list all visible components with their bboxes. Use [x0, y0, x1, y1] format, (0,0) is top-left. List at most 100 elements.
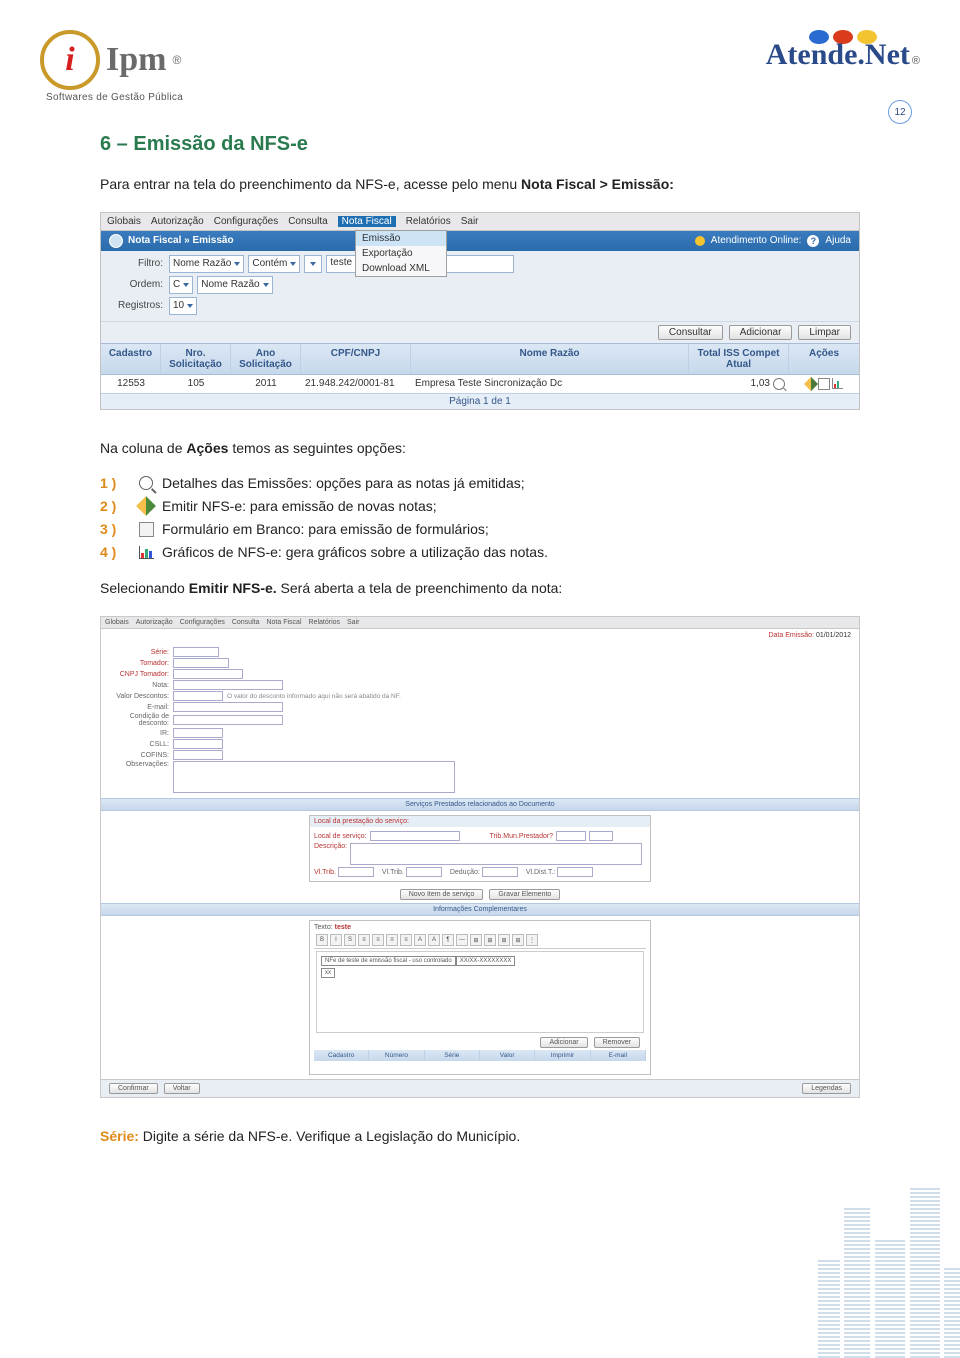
registros-label: Registros:	[109, 300, 169, 311]
edit-icon[interactable]	[803, 377, 817, 391]
serie-input[interactable]	[173, 647, 219, 657]
help-icon[interactable]: ?	[807, 235, 819, 247]
trib-mun-extra[interactable]	[589, 831, 613, 841]
registros-select[interactable]: 10	[169, 297, 197, 315]
voltar-button[interactable]: Voltar	[164, 1083, 200, 1094]
ajuda-label[interactable]: Ajuda	[825, 235, 851, 246]
logo-ipm: i Ipm ® Softwares de Gestão Pública	[40, 30, 183, 103]
menu-item[interactable]: Autorização	[136, 619, 173, 626]
vldist-input[interactable]	[557, 867, 593, 877]
chart-icon[interactable]	[832, 378, 843, 389]
desc-input[interactable]	[173, 691, 223, 701]
table-button[interactable]: ⊞	[512, 934, 524, 946]
atende-name: Atende.Net	[766, 38, 910, 71]
cofins-input[interactable]	[173, 750, 223, 760]
strike-button[interactable]: S	[344, 934, 356, 946]
col-total: Total ISS Compet Atual	[689, 344, 789, 374]
magnifier-icon[interactable]	[773, 378, 785, 390]
csll-label: CSLL:	[107, 741, 173, 748]
cond-input[interactable]	[173, 715, 283, 725]
table-button[interactable]: ⊞	[498, 934, 510, 946]
align-button[interactable]: ≡	[372, 934, 384, 946]
submenu-emissao[interactable]: Emissão	[356, 231, 446, 246]
atendimento-online-label: Atendimento Online:	[711, 235, 802, 246]
info-table-header: Cadastro Número Série Valor Imprimir E-m…	[314, 1050, 646, 1061]
local-servico-label: Local de serviço:	[314, 833, 367, 840]
buildings-decoration	[760, 1178, 960, 1358]
menu-configuracoes[interactable]: Configurações	[214, 216, 278, 227]
menu-item[interactable]: Relatórios	[309, 619, 341, 626]
menu-item[interactable]: Configurações	[180, 619, 225, 626]
ipm-icon: i	[40, 30, 100, 90]
chart-icon	[138, 544, 154, 560]
nota-label: Nota:	[107, 682, 173, 689]
ordem-dir-select[interactable]: C	[169, 276, 193, 294]
remover-button[interactable]: Remover	[594, 1037, 640, 1048]
menu-item[interactable]: Globais	[105, 619, 129, 626]
csll-input[interactable]	[173, 739, 223, 749]
align-button[interactable]: ≡	[358, 934, 370, 946]
font-button[interactable]: A	[414, 934, 426, 946]
font-button[interactable]: A	[428, 934, 440, 946]
chat-icon[interactable]	[695, 236, 705, 246]
caret-icon	[310, 262, 316, 266]
rich-editor[interactable]: NFe de teste de emissão fiscal - uso con…	[316, 951, 644, 1033]
select-text: Selecionando Emitir NFS-e. Será aberta a…	[100, 578, 860, 600]
vlret-input[interactable]	[406, 867, 442, 877]
bold-button[interactable]: B	[316, 934, 328, 946]
menu-item[interactable]: Sair	[347, 619, 359, 626]
menu-globais[interactable]: Globais	[107, 216, 141, 227]
cofins-label: COFINS:	[107, 752, 173, 759]
italic-button[interactable]: I	[330, 934, 342, 946]
rich-toolbar: B I S ≡ ≡ ≡ ≡ A A ¶ — ⊞ ⊞ ⊞ ⊞	[314, 932, 646, 949]
align-button[interactable]: ≡	[386, 934, 398, 946]
more-button[interactable]: ⋮	[526, 934, 538, 946]
menu-item[interactable]: Nota Fiscal	[266, 619, 301, 626]
gravar-elemento-button[interactable]: Gravar Elemento	[489, 889, 560, 900]
filtro-field-select[interactable]: Nome Razão	[169, 255, 244, 273]
menu-item[interactable]: Consulta	[232, 619, 260, 626]
ir-input[interactable]	[173, 728, 223, 738]
menu-nota-fiscal[interactable]: Nota Fiscal	[338, 216, 396, 227]
novo-item-button[interactable]: Novo Item de serviço	[400, 889, 484, 900]
para-button[interactable]: ¶	[442, 934, 454, 946]
tomador-select[interactable]	[173, 658, 229, 668]
consultar-button[interactable]: Consultar	[658, 325, 723, 340]
local-servico-input[interactable]	[370, 831, 460, 841]
cell-total: 1,03	[751, 378, 770, 389]
trib-mun-select[interactable]	[556, 831, 586, 841]
menu-autorizacao[interactable]: Autorização	[151, 216, 204, 227]
submenu-download-xml[interactable]: Download XML	[356, 261, 446, 276]
caret-icon	[183, 283, 189, 287]
form-icon[interactable]	[818, 378, 830, 390]
ordem-field-select[interactable]: Nome Razão	[197, 276, 272, 294]
back-icon[interactable]	[109, 234, 123, 248]
menu-sair[interactable]: Sair	[461, 216, 479, 227]
screenshot-nota-form: Globais Autorização Configurações Consul…	[100, 616, 860, 1098]
adicionar-button[interactable]: Adicionar	[540, 1037, 587, 1048]
email-input[interactable]	[173, 702, 283, 712]
cnpj-input[interactable]	[173, 669, 243, 679]
hr-button[interactable]: —	[456, 934, 468, 946]
filtro-op-select[interactable]: Contém	[248, 255, 300, 273]
menu-consulta[interactable]: Consulta	[288, 216, 327, 227]
deducao-label: Dedução:	[450, 869, 480, 876]
confirmar-button[interactable]: Confirmar	[109, 1083, 158, 1094]
nota-input[interactable]	[173, 680, 283, 690]
legendas-button[interactable]: Legendas	[802, 1083, 851, 1094]
table-button[interactable]: ⊞	[484, 934, 496, 946]
action-buttons: Consultar Adicionar Limpar	[101, 321, 859, 343]
deducao-input[interactable]	[482, 867, 518, 877]
table-button[interactable]: ⊞	[470, 934, 482, 946]
align-button[interactable]: ≡	[400, 934, 412, 946]
cond-label: Condição de desconto:	[107, 713, 173, 727]
vltrib-input[interactable]	[338, 867, 374, 877]
descricao-textarea[interactable]	[350, 843, 642, 865]
menu-relatorios[interactable]: Relatórios	[406, 216, 451, 227]
adicionar-button[interactable]: Adicionar	[729, 325, 793, 340]
submenu-exportacao[interactable]: Exportação	[356, 246, 446, 261]
obs-textarea[interactable]	[173, 761, 455, 793]
limpar-button[interactable]: Limpar	[798, 325, 851, 340]
filtro-extra-select[interactable]	[304, 255, 322, 273]
opt-text: Emitir NFS-e: para emissão de novas nota…	[162, 498, 437, 514]
